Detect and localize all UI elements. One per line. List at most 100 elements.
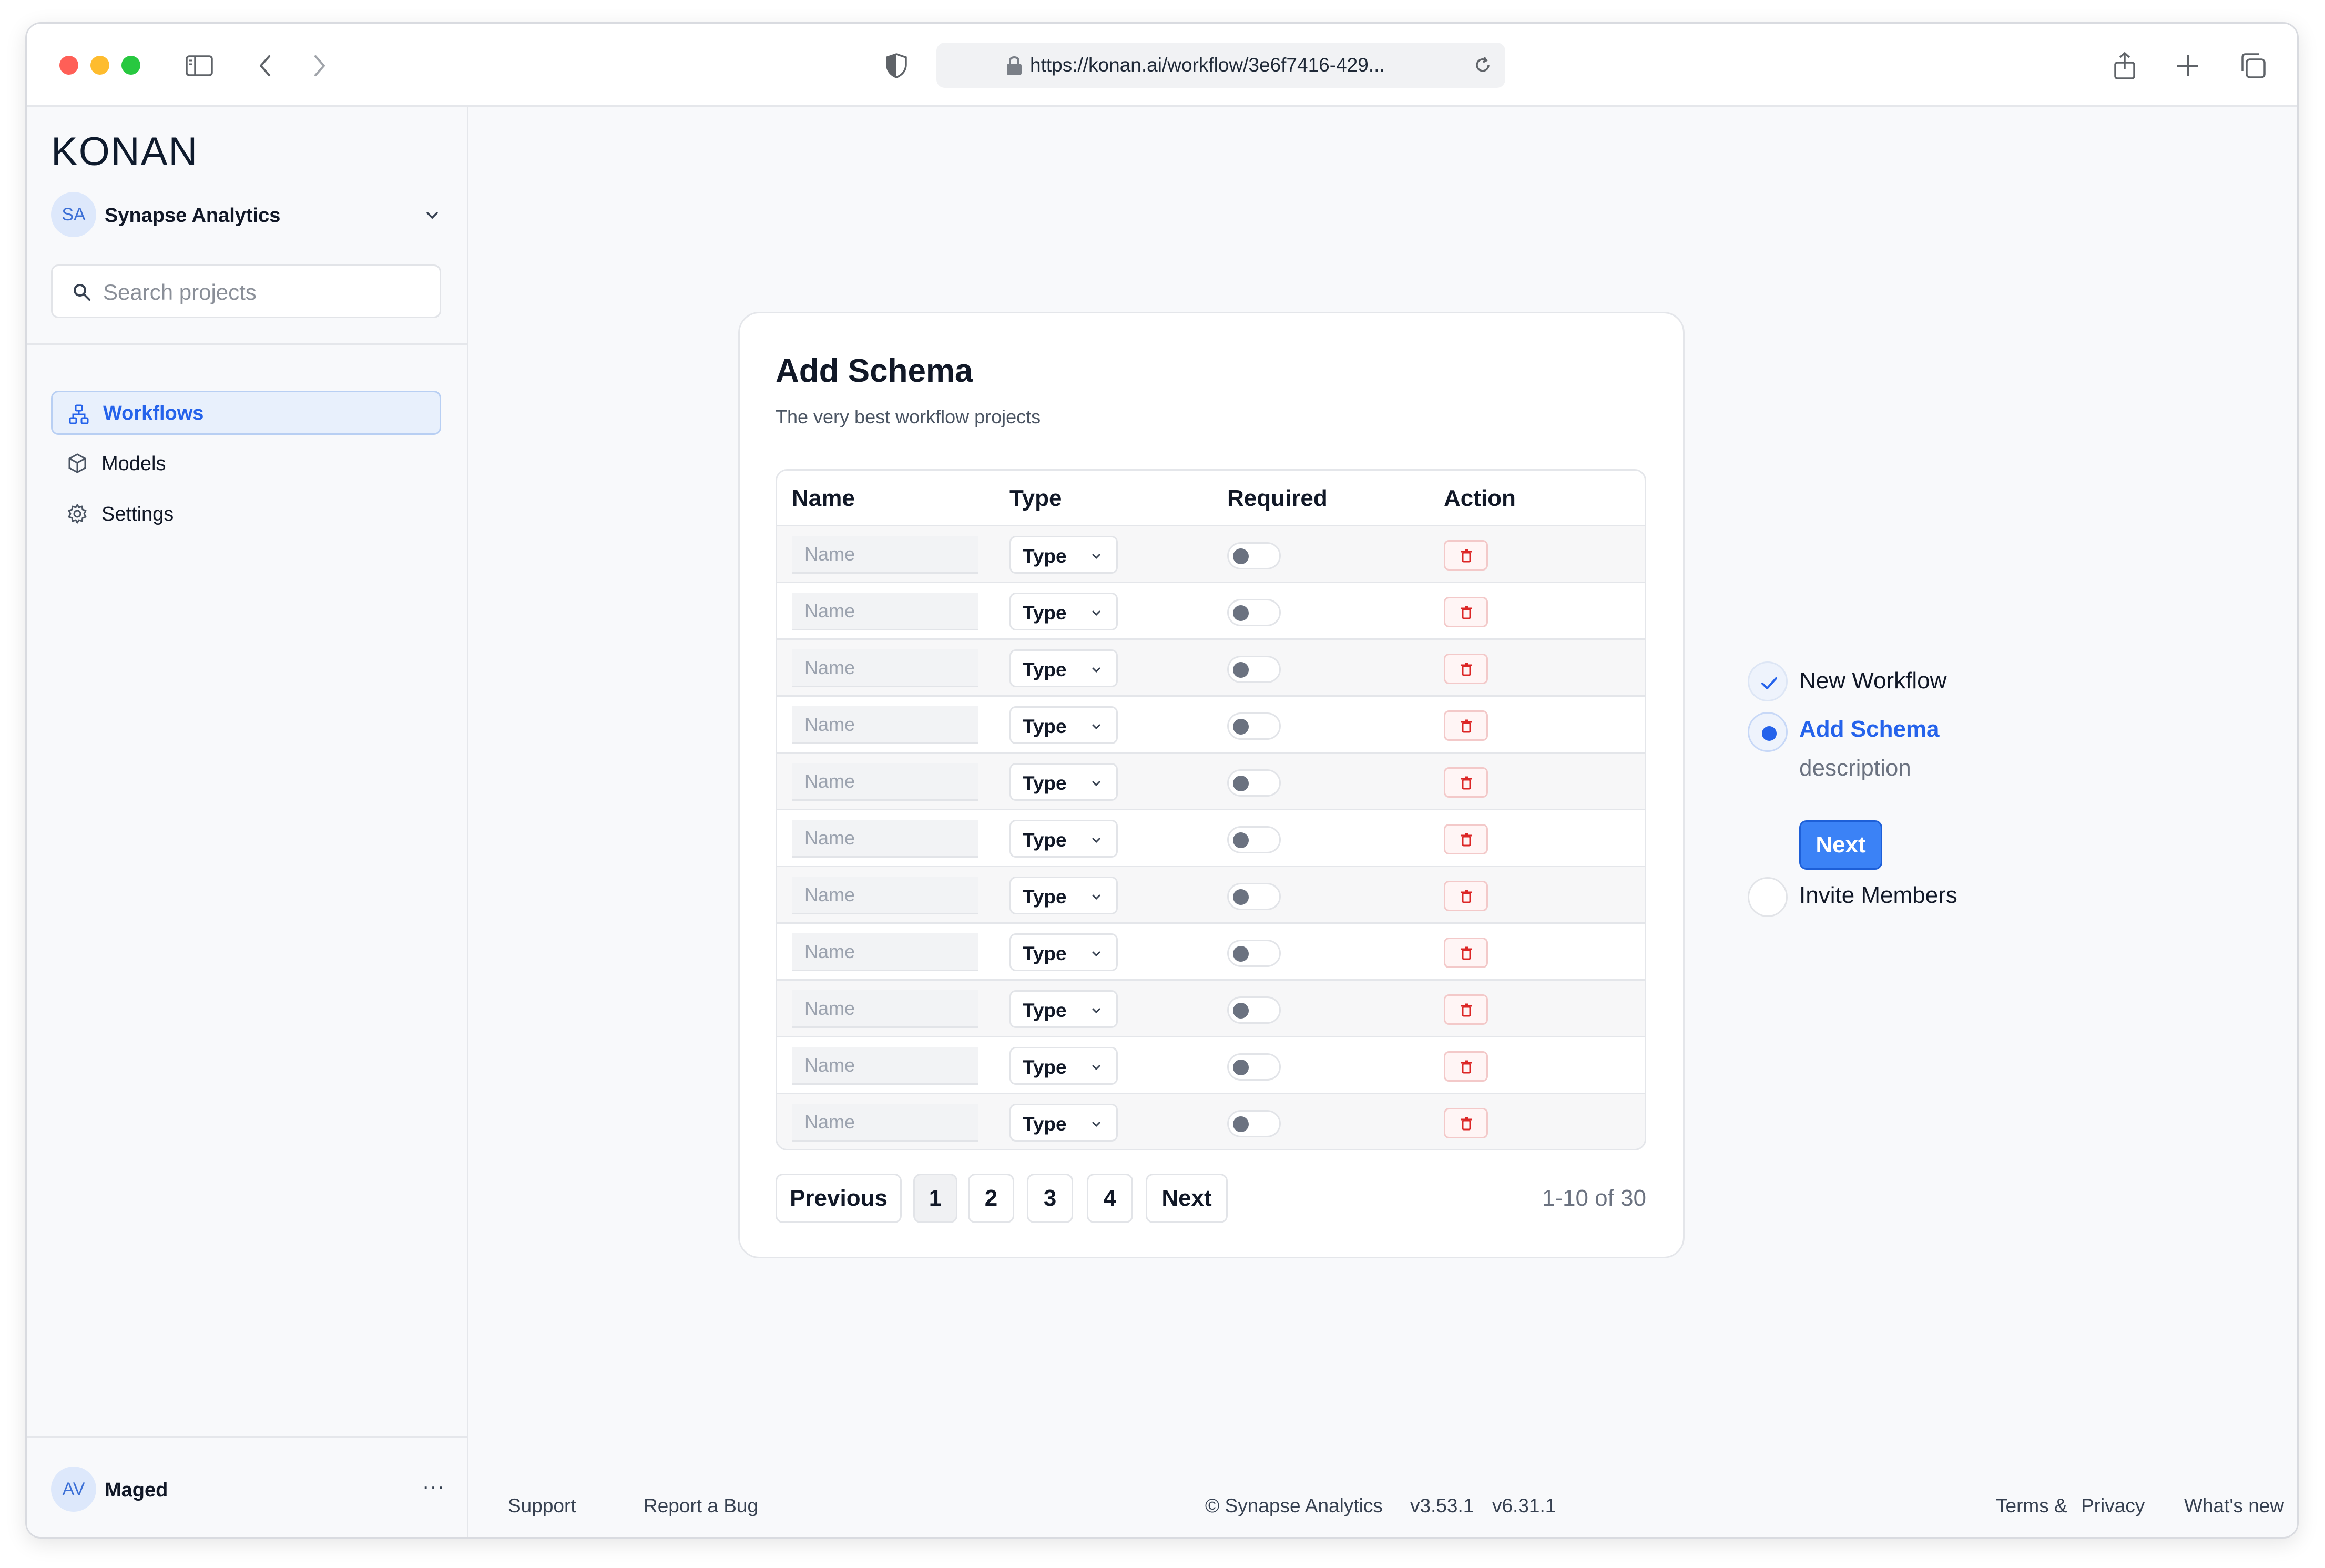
- support-link[interactable]: Support: [508, 1495, 576, 1517]
- required-toggle[interactable]: [1227, 769, 1281, 797]
- trash-icon: [1461, 890, 1472, 903]
- required-toggle[interactable]: [1227, 826, 1281, 853]
- next-button[interactable]: Next: [1799, 820, 1882, 870]
- sidebar-item-settings[interactable]: Settings: [51, 492, 441, 536]
- search-box[interactable]: [51, 264, 441, 318]
- required-toggle[interactable]: [1227, 542, 1281, 569]
- privacy-shield-icon[interactable]: [881, 50, 912, 82]
- forward-icon[interactable]: [303, 50, 334, 82]
- delete-row-button[interactable]: [1444, 938, 1488, 968]
- type-dropdown[interactable]: Type: [1009, 877, 1118, 914]
- type-dropdown[interactable]: Type: [1009, 933, 1118, 971]
- reload-icon[interactable]: [1473, 55, 1493, 75]
- page-1-button[interactable]: 1: [913, 1174, 957, 1223]
- konan-logo[interactable]: KONAN: [51, 129, 198, 175]
- name-input[interactable]: [792, 706, 978, 744]
- tab-overview-icon[interactable]: [2237, 50, 2269, 82]
- privacy-link[interactable]: Privacy: [2081, 1495, 2145, 1517]
- step-label-add-schema[interactable]: Add Schema: [1799, 716, 1940, 742]
- more-options-icon[interactable]: ···: [422, 1475, 445, 1499]
- required-toggle[interactable]: [1227, 656, 1281, 683]
- org-switcher[interactable]: SA Synapse Analytics: [51, 192, 466, 239]
- maximize-window-button[interactable]: [121, 56, 140, 75]
- step-label-invite-members[interactable]: Invite Members: [1799, 882, 1957, 909]
- trash-icon: [1461, 663, 1472, 676]
- table-row: Type: [777, 526, 1645, 583]
- delete-row-button[interactable]: [1444, 654, 1488, 684]
- toggle-knob: [1233, 719, 1249, 735]
- type-dropdown[interactable]: Type: [1009, 1104, 1118, 1142]
- type-dropdown[interactable]: Type: [1009, 820, 1118, 858]
- back-icon[interactable]: [250, 50, 282, 82]
- delete-row-button[interactable]: [1444, 767, 1488, 798]
- type-dropdown[interactable]: Type: [1009, 763, 1118, 801]
- column-header-type: Type: [1009, 485, 1062, 511]
- page-4-button[interactable]: 4: [1087, 1174, 1133, 1223]
- delete-row-button[interactable]: [1444, 1108, 1488, 1138]
- type-dropdown-label: Type: [1023, 545, 1067, 567]
- report-bug-link[interactable]: Report a Bug: [644, 1495, 758, 1517]
- page-3-button[interactable]: 3: [1027, 1174, 1073, 1223]
- name-input[interactable]: [792, 820, 978, 858]
- required-toggle[interactable]: [1227, 712, 1281, 740]
- previous-page-button[interactable]: Previous: [776, 1174, 902, 1223]
- name-input[interactable]: [792, 649, 978, 687]
- type-dropdown[interactable]: Type: [1009, 1047, 1118, 1085]
- table-row: Type: [777, 981, 1645, 1037]
- search-input[interactable]: [103, 277, 419, 308]
- delete-row-button[interactable]: [1444, 994, 1488, 1025]
- share-icon[interactable]: [2109, 50, 2140, 82]
- chevron-down-icon: [426, 212, 438, 219]
- main-content: Add Schema The very best workflow projec…: [470, 107, 2297, 1537]
- user-name: Maged: [105, 1479, 168, 1501]
- search-icon: [74, 284, 90, 301]
- name-input[interactable]: [792, 536, 978, 574]
- type-dropdown[interactable]: Type: [1009, 536, 1118, 574]
- name-input[interactable]: [792, 933, 978, 971]
- type-dropdown[interactable]: Type: [1009, 990, 1118, 1028]
- toggle-knob: [1233, 605, 1249, 621]
- page-2-button[interactable]: 2: [968, 1174, 1014, 1223]
- delete-row-button[interactable]: [1444, 710, 1488, 741]
- required-toggle[interactable]: [1227, 599, 1281, 626]
- minimize-window-button[interactable]: [90, 56, 109, 75]
- next-page-button[interactable]: Next: [1146, 1174, 1228, 1223]
- name-input[interactable]: [792, 763, 978, 801]
- terms-link[interactable]: Terms &: [1996, 1495, 2067, 1517]
- whats-new-link[interactable]: What's new: [2184, 1495, 2284, 1517]
- close-window-button[interactable]: [59, 56, 78, 75]
- footer: Support Report a Bug © Synapse Analytics…: [470, 1495, 2297, 1526]
- type-dropdown[interactable]: Type: [1009, 706, 1118, 744]
- delete-row-button[interactable]: [1444, 540, 1488, 571]
- sidebar-toggle-icon[interactable]: [183, 50, 215, 82]
- required-toggle[interactable]: [1227, 1053, 1281, 1081]
- delete-row-button[interactable]: [1444, 597, 1488, 627]
- delete-row-button[interactable]: [1444, 824, 1488, 854]
- sidebar-item-workflows[interactable]: Workflows: [51, 391, 441, 435]
- type-dropdown[interactable]: Type: [1009, 649, 1118, 687]
- workflow-stepper: New Workflow Add Schema description Next…: [1748, 661, 2116, 956]
- step-label-new-workflow[interactable]: New Workflow: [1799, 668, 1946, 694]
- required-toggle[interactable]: [1227, 1110, 1281, 1137]
- type-dropdown-label: Type: [1023, 829, 1067, 851]
- sidebar-item-models[interactable]: Models: [51, 441, 441, 485]
- cube-icon: [68, 453, 86, 473]
- required-toggle[interactable]: [1227, 883, 1281, 910]
- delete-row-button[interactable]: [1444, 881, 1488, 911]
- type-dropdown[interactable]: Type: [1009, 593, 1118, 630]
- name-input[interactable]: [792, 1047, 978, 1085]
- delete-row-button[interactable]: [1444, 1051, 1488, 1082]
- lock-icon: [1007, 56, 1022, 75]
- name-input[interactable]: [792, 877, 978, 914]
- required-toggle[interactable]: [1227, 996, 1281, 1024]
- name-input[interactable]: [792, 990, 978, 1028]
- address-bar[interactable]: https://konan.ai/workflow/3e6f7416-429..…: [936, 43, 1505, 88]
- name-input[interactable]: [792, 1104, 978, 1142]
- user-profile[interactable]: AV Maged ···: [51, 1467, 466, 1514]
- name-input[interactable]: [792, 593, 978, 630]
- toggle-knob: [1233, 889, 1249, 905]
- toggle-knob: [1233, 548, 1249, 564]
- toggle-knob: [1233, 1060, 1249, 1075]
- new-tab-icon[interactable]: [2172, 50, 2204, 82]
- required-toggle[interactable]: [1227, 940, 1281, 967]
